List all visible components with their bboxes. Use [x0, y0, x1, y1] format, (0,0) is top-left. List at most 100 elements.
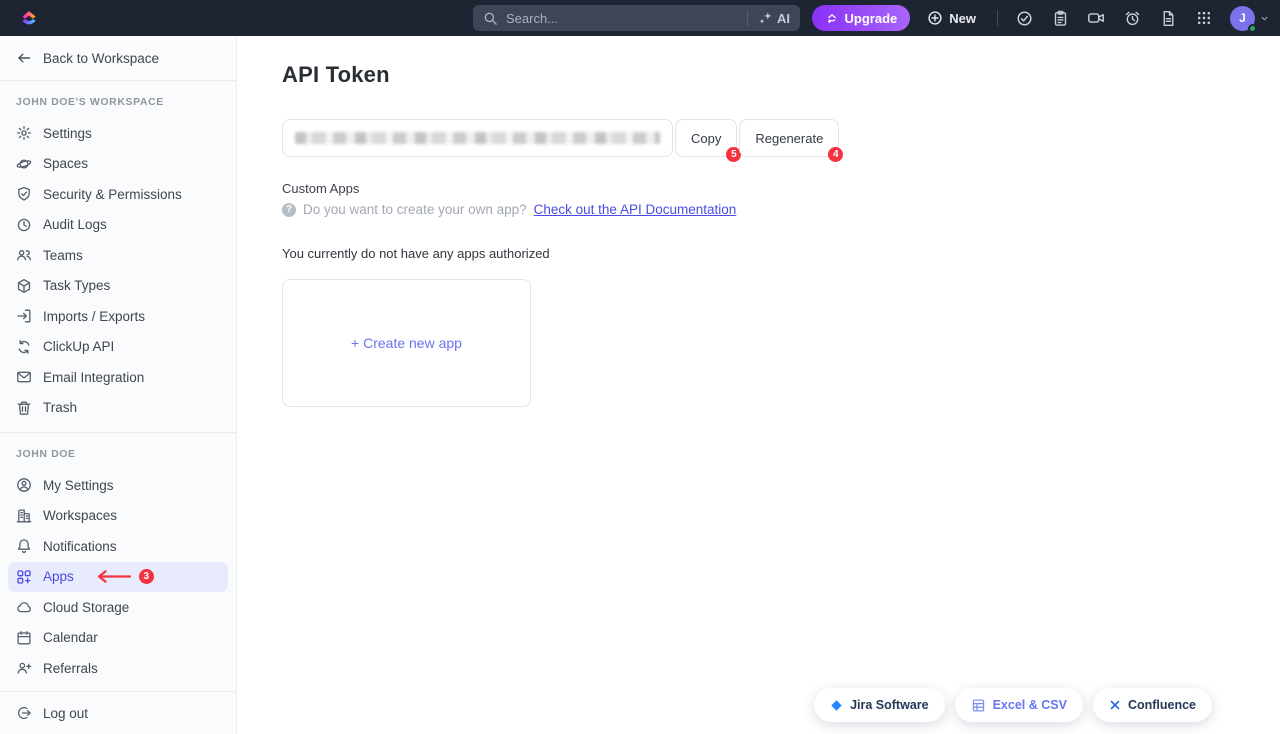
custom-apps-label: Custom Apps: [282, 181, 1280, 196]
jira-software-button[interactable]: Jira Software: [814, 688, 945, 722]
sidebar-item-label: Imports / Exports: [43, 309, 145, 324]
sidebar-item-label: Audit Logs: [43, 217, 107, 232]
annotation-apps: 3: [95, 569, 154, 584]
red-arrow-left-icon: [95, 569, 133, 584]
apps-grid-icon[interactable]: [1190, 5, 1218, 31]
sidebar-item-settings[interactable]: Settings: [0, 118, 236, 149]
history-clock-icon: [16, 217, 32, 233]
page-title: API Token: [282, 62, 1280, 88]
regenerate-label: Regenerate: [755, 131, 823, 146]
sidebar-item-clickup-api[interactable]: ClickUp API: [0, 332, 236, 363]
sidebar-item-apps[interactable]: Apps 3: [8, 562, 228, 593]
sidebar-item-label: Workspaces: [43, 508, 117, 523]
topbar: Search... AI Upgrade New J: [0, 0, 1280, 36]
sidebar-item-label: My Settings: [43, 478, 114, 493]
api-token-field[interactable]: [282, 119, 673, 157]
alarm-reminder-icon[interactable]: [1118, 5, 1146, 31]
planet-icon: [16, 156, 32, 172]
sidebar-item-referrals[interactable]: Referrals: [0, 653, 236, 684]
sidebar-item-task-types[interactable]: Task Types: [0, 271, 236, 302]
search-divider: [747, 10, 748, 26]
jira-icon: [830, 699, 843, 712]
back-to-workspace-button[interactable]: Back to Workspace: [0, 36, 236, 80]
sidebar-item-email-integration[interactable]: Email Integration: [0, 362, 236, 393]
video-recorder-icon[interactable]: [1082, 5, 1110, 31]
avatar-initial: J: [1239, 11, 1246, 25]
upgrade-icon: [825, 11, 839, 25]
excel-csv-button[interactable]: Excel & CSV: [955, 688, 1083, 722]
annotation-badge: 3: [139, 569, 154, 584]
arrow-left-icon: [16, 50, 32, 66]
upgrade-button[interactable]: Upgrade: [812, 5, 911, 31]
cloud-icon: [16, 599, 32, 615]
api-token-page: API Token Copy 5 Regenerate 4 Custom App…: [237, 36, 1280, 734]
check-circle-icon[interactable]: [1010, 5, 1038, 31]
sidebar-item-label: Apps: [43, 569, 74, 584]
logout-icon: [16, 705, 32, 721]
shield-icon: [16, 186, 32, 202]
building-icon: [16, 508, 32, 524]
sidebar-item-label: Calendar: [43, 630, 98, 645]
api-token-redacted-value: [295, 132, 660, 144]
excel-label: Excel & CSV: [993, 698, 1067, 712]
api-documentation-link[interactable]: Check out the API Documentation: [534, 202, 737, 217]
copy-token-button[interactable]: Copy 5: [675, 119, 737, 157]
doc-icon[interactable]: [1154, 5, 1182, 31]
mail-icon: [16, 369, 32, 385]
help-question-icon: ?: [282, 203, 296, 217]
sidebar-item-label: Security & Permissions: [43, 187, 182, 202]
sidebar-item-my-settings[interactable]: My Settings: [0, 470, 236, 501]
sidebar-item-imports-exports[interactable]: Imports / Exports: [0, 301, 236, 332]
create-new-app-label: + Create new app: [351, 335, 462, 351]
helper-text: Do you want to create your own app?: [303, 202, 527, 217]
sidebar-item-spaces[interactable]: Spaces: [0, 149, 236, 180]
create-new-app-button[interactable]: + Create new app: [282, 279, 531, 407]
new-button[interactable]: New: [918, 5, 985, 31]
confluence-button[interactable]: Confluence: [1093, 688, 1212, 722]
trash-icon: [16, 400, 32, 416]
topbar-divider: [997, 10, 998, 26]
sidebar-item-label: Teams: [43, 248, 83, 263]
clipboard-icon[interactable]: [1046, 5, 1074, 31]
clickup-logo-icon[interactable]: [16, 5, 42, 31]
import-shortcut-pills: Jira Software Excel & CSV Confluence: [814, 688, 1212, 722]
calendar-icon: [16, 630, 32, 646]
sidebar-item-trash[interactable]: Trash: [0, 393, 236, 424]
user-section-header: JOHN DOE: [0, 433, 236, 470]
sidebar-item-label: Referrals: [43, 661, 98, 676]
sidebar-item-label: ClickUp API: [43, 339, 114, 354]
sparkle-icon: [758, 11, 772, 25]
cube-icon: [16, 278, 32, 294]
sidebar-item-calendar[interactable]: Calendar: [0, 623, 236, 654]
search-input[interactable]: Search... AI: [473, 5, 800, 31]
sidebar-item-label: Cloud Storage: [43, 600, 129, 615]
workspace-section-header: JOHN DOE'S WORKSPACE: [0, 81, 236, 118]
no-apps-text: You currently do not have any apps autho…: [282, 246, 1280, 261]
confluence-label: Confluence: [1128, 698, 1196, 712]
sidebar-item-label: Notifications: [43, 539, 117, 554]
api-icon: [16, 339, 32, 355]
sidebar-item-teams[interactable]: Teams: [0, 240, 236, 271]
sidebar-item-workspaces[interactable]: Workspaces: [0, 501, 236, 532]
sidebar-item-cloud-storage[interactable]: Cloud Storage: [0, 592, 236, 623]
regenerate-token-button[interactable]: Regenerate 4: [739, 119, 839, 157]
logout-label: Log out: [43, 706, 88, 721]
confluence-icon: [1109, 699, 1121, 711]
new-label: New: [949, 11, 976, 26]
sidebar-item-notifications[interactable]: Notifications: [0, 531, 236, 562]
search-icon: [483, 11, 498, 26]
ai-label: AI: [777, 11, 790, 26]
sidebar-item-label: Email Integration: [43, 370, 144, 385]
import-export-icon: [16, 308, 32, 324]
plus-circle-icon: [927, 10, 943, 26]
logout-button[interactable]: Log out: [0, 692, 236, 734]
ai-button[interactable]: AI: [758, 11, 790, 26]
sidebar-item-label: Settings: [43, 126, 92, 141]
account-menu[interactable]: J: [1230, 6, 1270, 31]
sidebar-item-security-permissions[interactable]: Security & Permissions: [0, 179, 236, 210]
sidebar-item-audit-logs[interactable]: Audit Logs: [0, 210, 236, 241]
apps-plus-icon: [16, 569, 32, 585]
settings-sidebar: Back to Workspace JOHN DOE'S WORKSPACE S…: [0, 36, 237, 734]
sidebar-item-label: Task Types: [43, 278, 110, 293]
user-plus-icon: [16, 660, 32, 676]
